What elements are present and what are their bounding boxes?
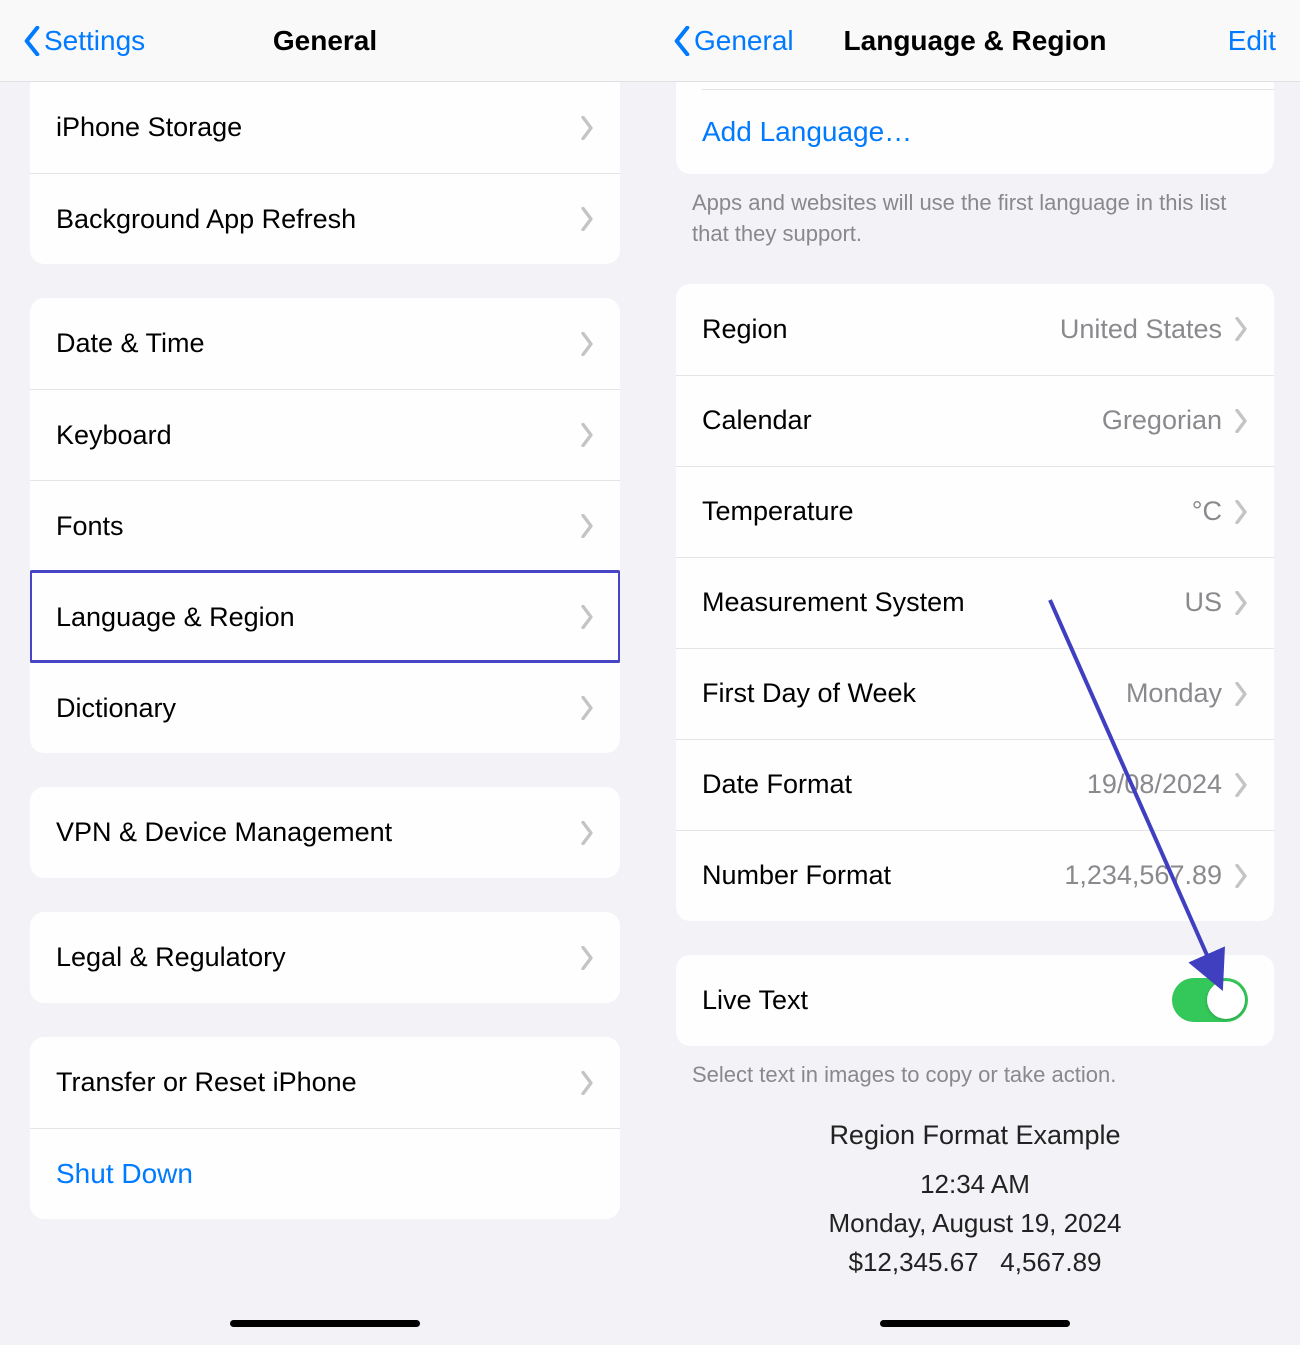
label-date-time: Date & Time [56, 328, 580, 359]
label-transfer: Transfer or Reset iPhone [56, 1067, 580, 1098]
row-date-time[interactable]: Date & Time [30, 298, 620, 389]
label-legal: Legal & Regulatory [56, 942, 580, 973]
live-text-toggle[interactable] [1172, 978, 1248, 1022]
label-first-day: First Day of Week [702, 678, 1126, 709]
group-legal: Legal & Regulatory [30, 912, 620, 1003]
row-live-text: Live Text [676, 955, 1274, 1046]
label-measurement: Measurement System [702, 587, 1184, 618]
label-background-app-refresh: Background App Refresh [56, 204, 580, 235]
chevron-right-icon [1234, 591, 1248, 615]
row-date-format[interactable]: Date Format 19/08/2024 [676, 739, 1274, 830]
chevron-right-icon [580, 605, 594, 629]
chevron-right-icon [1234, 682, 1248, 706]
row-fonts[interactable]: Fonts [30, 480, 620, 571]
example-header: Region Format Example [650, 1120, 1300, 1151]
label-calendar: Calendar [702, 405, 1102, 436]
nav-bar-left: Settings General [0, 0, 650, 82]
value-measurement: US [1184, 587, 1222, 618]
group-transfer: Transfer or Reset iPhone Shut Down [30, 1037, 620, 1219]
group-vpn: VPN & Device Management [30, 787, 620, 878]
edit-button[interactable]: Edit [1216, 25, 1276, 57]
group-datetime: Date & Time Keyboard Fonts Language & Re… [30, 298, 620, 753]
back-settings-label: Settings [44, 25, 145, 57]
value-region: United States [1060, 314, 1222, 345]
general-content: iPhone Storage Background App Refresh Da… [0, 82, 650, 1345]
example-amount-2: 4,567.89 [1000, 1247, 1101, 1277]
back-general-button[interactable]: General [674, 25, 794, 57]
value-temperature: °C [1192, 496, 1222, 527]
chevron-left-icon [24, 26, 40, 56]
chevron-right-icon [580, 1071, 594, 1095]
chevron-right-icon [580, 946, 594, 970]
label-dictionary: Dictionary [56, 693, 580, 724]
row-iphone-storage[interactable]: iPhone Storage [30, 82, 620, 173]
label-date-format: Date Format [702, 769, 1087, 800]
label-vpn: VPN & Device Management [56, 817, 580, 848]
back-settings-button[interactable]: Settings [24, 25, 145, 57]
row-legal-regulatory[interactable]: Legal & Regulatory [30, 912, 620, 1003]
home-indicator[interactable] [880, 1320, 1070, 1327]
chevron-right-icon [580, 332, 594, 356]
row-temperature[interactable]: Temperature °C [676, 466, 1274, 557]
value-date-format: 19/08/2024 [1087, 769, 1222, 800]
region-format-example: Region Format Example 12:34 AM Monday, A… [650, 1090, 1300, 1278]
group-languages: Add Language… [676, 82, 1274, 174]
row-language-region[interactable]: Language & Region [30, 571, 620, 662]
chevron-right-icon [1234, 317, 1248, 341]
row-keyboard[interactable]: Keyboard [30, 389, 620, 480]
label-language-region: Language & Region [56, 602, 580, 633]
row-calendar[interactable]: Calendar Gregorian [676, 375, 1274, 466]
page-title-general: General [273, 25, 377, 57]
label-temperature: Temperature [702, 496, 1192, 527]
live-text-footer: Select text in images to copy or take ac… [650, 1046, 1300, 1091]
value-number-format: 1,234,567.89 [1064, 860, 1222, 891]
group-storage: iPhone Storage Background App Refresh [30, 82, 620, 264]
chevron-right-icon [1234, 773, 1248, 797]
label-region: Region [702, 314, 1060, 345]
label-shut-down: Shut Down [56, 1158, 594, 1190]
language-region-content: Add Language… Apps and websites will use… [650, 82, 1300, 1345]
home-indicator[interactable] [230, 1320, 420, 1327]
chevron-right-icon [580, 696, 594, 720]
example-amount-1: $12,345.67 [848, 1247, 978, 1277]
row-shut-down[interactable]: Shut Down [30, 1128, 620, 1219]
label-add-language: Add Language… [702, 116, 1248, 148]
chevron-right-icon [580, 423, 594, 447]
value-first-day: Monday [1126, 678, 1222, 709]
row-background-app-refresh[interactable]: Background App Refresh [30, 173, 620, 264]
chevron-right-icon [1234, 409, 1248, 433]
example-amounts: $12,345.67 4,567.89 [650, 1247, 1300, 1278]
group-live-text: Live Text [676, 955, 1274, 1046]
label-keyboard: Keyboard [56, 420, 580, 451]
example-time: 12:34 AM [650, 1169, 1300, 1200]
row-first-day-of-week[interactable]: First Day of Week Monday [676, 648, 1274, 739]
row-add-language[interactable]: Add Language… [676, 90, 1274, 174]
row-number-format[interactable]: Number Format 1,234,567.89 [676, 830, 1274, 921]
languages-footer: Apps and websites will use the first lan… [650, 174, 1300, 250]
row-transfer-reset[interactable]: Transfer or Reset iPhone [30, 1037, 620, 1128]
back-general-label: General [694, 25, 794, 57]
row-measurement-system[interactable]: Measurement System US [676, 557, 1274, 648]
language-region-screen: General Language & Region Edit Add Langu… [650, 0, 1300, 1345]
label-live-text: Live Text [702, 985, 1172, 1016]
row-dictionary[interactable]: Dictionary [30, 662, 620, 753]
chevron-left-icon [674, 26, 690, 56]
nav-bar-right: General Language & Region Edit [650, 0, 1300, 82]
group-region-settings: Region United States Calendar Gregorian … [676, 284, 1274, 921]
chevron-right-icon [1234, 864, 1248, 888]
example-date: Monday, August 19, 2024 [650, 1208, 1300, 1239]
row-region[interactable]: Region United States [676, 284, 1274, 375]
row-vpn-device-management[interactable]: VPN & Device Management [30, 787, 620, 878]
chevron-right-icon [1234, 500, 1248, 524]
label-fonts: Fonts [56, 511, 580, 542]
chevron-right-icon [580, 207, 594, 231]
general-settings-screen: Settings General iPhone Storage Backgrou… [0, 0, 650, 1345]
chevron-right-icon [580, 514, 594, 538]
value-calendar: Gregorian [1102, 405, 1222, 436]
chevron-right-icon [580, 821, 594, 845]
page-title-language-region: Language & Region [844, 25, 1107, 57]
label-iphone-storage: iPhone Storage [56, 112, 580, 143]
label-number-format: Number Format [702, 860, 1064, 891]
chevron-right-icon [580, 116, 594, 140]
